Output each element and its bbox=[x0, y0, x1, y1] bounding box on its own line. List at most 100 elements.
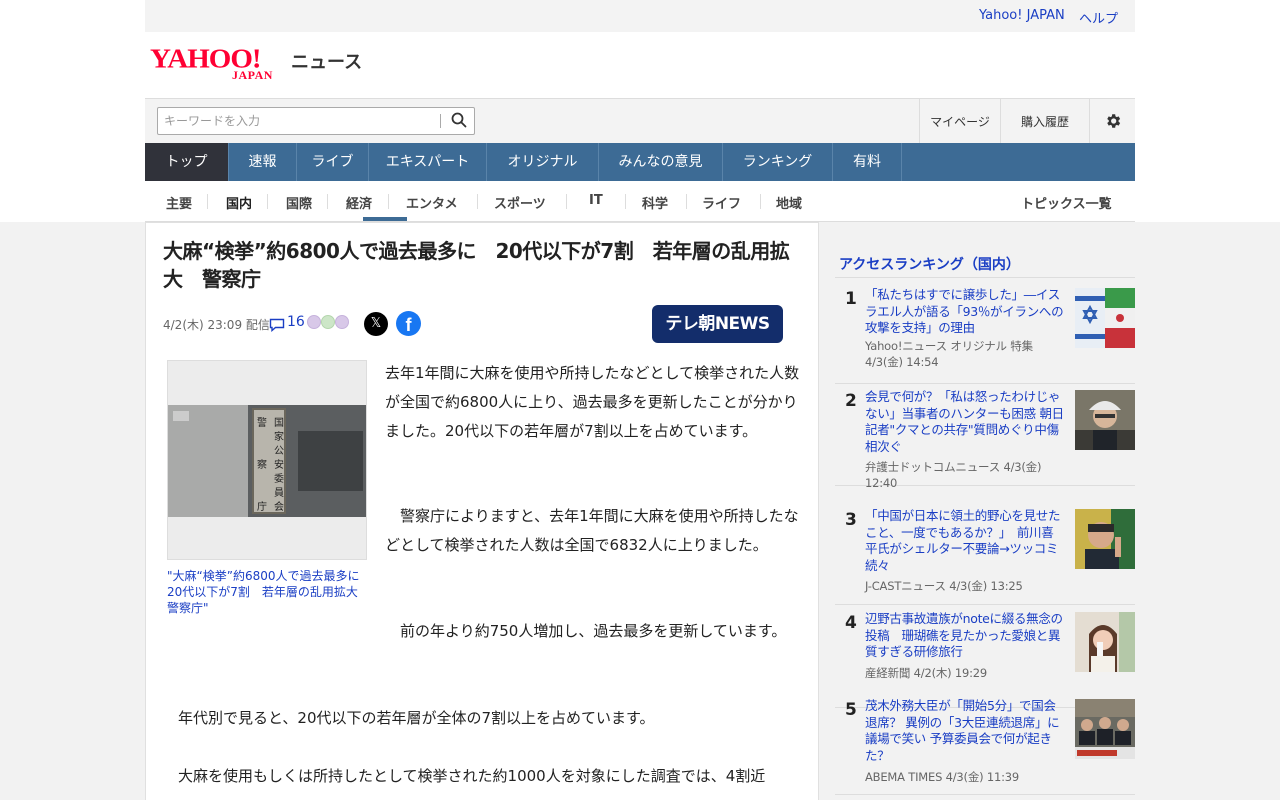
nav-ranking[interactable]: ランキング bbox=[723, 143, 833, 181]
cat-domestic[interactable]: 国内 bbox=[226, 193, 252, 212]
nav-live[interactable]: ライブ bbox=[297, 143, 369, 181]
cat-divider bbox=[686, 194, 687, 209]
rank-source: Yahoo!ニュース オリジナル 特集 bbox=[865, 339, 1033, 353]
cat-sports[interactable]: スポーツ bbox=[494, 193, 546, 212]
search-input[interactable] bbox=[158, 108, 438, 134]
nav-top[interactable]: トップ bbox=[145, 143, 229, 181]
ranking-title: アクセスランキング（国内） bbox=[839, 257, 1020, 273]
nav-paid[interactable]: 有料 bbox=[833, 143, 902, 181]
help-link[interactable]: ヘルプ bbox=[1079, 8, 1118, 27]
rank-time: 12:40 bbox=[865, 476, 898, 490]
svg-text:員: 員 bbox=[274, 487, 284, 499]
svg-text:国: 国 bbox=[274, 417, 284, 429]
article-paragraph: 前の年より約750人増加し、過去最多を更新しています。 bbox=[400, 622, 787, 640]
rank-title[interactable]: 「中国が日本に領土的野心を見せたこと、一度でもあるか？」 前川喜平氏がシェルター… bbox=[865, 508, 1065, 574]
rank-number: 1 bbox=[845, 289, 857, 309]
active-category-indicator bbox=[363, 217, 407, 221]
facebook-share-icon[interactable]: f bbox=[396, 311, 421, 336]
nav-original[interactable]: オリジナル bbox=[487, 143, 599, 181]
article-paragraph: 大麻を使用もしくは所持したとして検挙された約1000人を対象にした調査では、4割… bbox=[178, 767, 766, 785]
rank-title[interactable]: 「私たちはすでに譲歩した」―イスラエル人が語る「93％がイランへの攻撃を支持」の… bbox=[865, 287, 1065, 337]
rank-number: 2 bbox=[845, 391, 857, 411]
cat-divider bbox=[327, 194, 328, 209]
main-nav: トップ 速報 ライブ エキスパート オリジナル みんなの意見 ランキング 有料 bbox=[145, 143, 1135, 181]
cat-divider bbox=[625, 194, 626, 209]
svg-text:察: 察 bbox=[257, 458, 267, 471]
police-agency-sign-image: 国 家 公 安 委 員 会 警 察 庁 bbox=[168, 361, 366, 559]
ranking-title-rule bbox=[835, 277, 1135, 278]
mypage-link[interactable]: マイページ bbox=[919, 99, 1000, 143]
comment-count[interactable]: 16 bbox=[287, 314, 305, 330]
logo-service-name: ニュース bbox=[291, 52, 363, 73]
cat-entertainment[interactable]: エンタメ bbox=[406, 193, 458, 212]
nav-opinion[interactable]: みんなの意見 bbox=[599, 143, 723, 181]
utility-bar: Yahoo! JAPAN ヘルプ bbox=[145, 0, 1135, 32]
svg-text:警: 警 bbox=[257, 416, 267, 429]
article-photo[interactable]: 国 家 公 安 委 員 会 警 察 庁 bbox=[167, 360, 367, 560]
reaction-icon[interactable] bbox=[307, 315, 321, 329]
gear-icon bbox=[1106, 114, 1120, 128]
rank-source: 弁護士ドットコムニュース 4/3(金) bbox=[865, 460, 1042, 474]
rank-thumbnail[interactable] bbox=[1075, 288, 1135, 348]
cat-life[interactable]: ライフ bbox=[702, 193, 741, 212]
ranking-item[interactable]: 2 会見で何が？「私は怒ったわけじゃない」当事者のハンターも困惑 朝日記者"クマ… bbox=[835, 384, 1135, 490]
category-nav: 主要 国内 国際 経済 エンタメ スポーツ IT 科学 ライフ 地域 トピックス… bbox=[145, 181, 1135, 222]
cat-divider bbox=[267, 194, 268, 209]
svg-text:会: 会 bbox=[274, 500, 284, 513]
rank-title[interactable]: 辺野古事故遺族がnoteに綴る無念の投稿 珊瑚礁を見たかった愛娘と異質すぎる研修… bbox=[865, 611, 1065, 661]
reaction-icon[interactable] bbox=[335, 315, 349, 329]
yahoo-news-logo[interactable]: YAHOO! JAPAN ニュース bbox=[150, 44, 362, 82]
purchase-history-link[interactable]: 購入履歴 bbox=[1000, 99, 1089, 143]
search-icon bbox=[451, 112, 467, 127]
settings-button[interactable] bbox=[1089, 99, 1135, 143]
svg-text:家: 家 bbox=[274, 430, 284, 443]
svg-text:委: 委 bbox=[274, 472, 284, 485]
logo-japan-text: JAPAN bbox=[232, 68, 273, 82]
article-paragraph: 警察庁によりますと、去年1年間に大麻を使用や所持したなどとして検挙された人数は全… bbox=[385, 507, 799, 554]
yahoo-japan-link[interactable]: Yahoo! JAPAN bbox=[979, 8, 1065, 23]
ranking-item[interactable]: 5 茂木外務大臣が「開始5分」で国会退席？ 異例の「3大臣連続退席」に議場で笑い… bbox=[835, 693, 1135, 795]
ranking-item[interactable]: 3 「中国が日本に領土的野心を見せたこと、一度でもあるか？」 前川喜平氏がシェル… bbox=[835, 503, 1135, 605]
cat-divider bbox=[760, 194, 761, 209]
header-links: マイページ 購入履歴 bbox=[919, 99, 1135, 143]
rank-title[interactable]: 会見で何が？「私は怒ったわけじゃない」当事者のハンターも困惑 朝日記者"クマとの… bbox=[865, 389, 1065, 455]
reaction-icon[interactable] bbox=[321, 315, 335, 329]
svg-text:庁: 庁 bbox=[257, 500, 267, 513]
svg-text:公: 公 bbox=[274, 446, 284, 457]
search-box bbox=[157, 107, 475, 135]
search-divider bbox=[440, 114, 441, 128]
cat-economy[interactable]: 経済 bbox=[346, 193, 372, 212]
nav-breaking[interactable]: 速報 bbox=[229, 143, 297, 181]
nav-expert[interactable]: エキスパート bbox=[369, 143, 487, 181]
rank-title[interactable]: 茂木外務大臣が「開始5分」で国会退席？ 異例の「3大臣連続退席」に議場で笑い 予… bbox=[865, 698, 1065, 764]
rank-thumbnail[interactable] bbox=[1075, 390, 1135, 450]
topics-list-link[interactable]: トピックス一覧 bbox=[1021, 193, 1112, 212]
cat-divider bbox=[477, 194, 478, 209]
x-share-icon[interactable]: 𝕏 bbox=[364, 312, 388, 336]
search-bar: マイページ 購入履歴 bbox=[145, 98, 1135, 143]
cat-main[interactable]: 主要 bbox=[166, 193, 192, 212]
rank-number: 3 bbox=[845, 510, 857, 530]
rank-source: J-CASTニュース 4/3(金) 13:25 bbox=[865, 579, 1023, 593]
search-button[interactable] bbox=[446, 110, 472, 132]
rank-source: ABEMA TIMES 4/3(金) 11:39 bbox=[865, 770, 1020, 784]
cat-science[interactable]: 科学 bbox=[642, 193, 668, 212]
cat-it[interactable]: IT bbox=[589, 193, 603, 208]
media-logo[interactable]: テレ朝NEWS bbox=[652, 305, 783, 343]
rank-thumbnail[interactable] bbox=[1075, 699, 1135, 759]
cat-region[interactable]: 地域 bbox=[776, 193, 802, 212]
cat-divider bbox=[566, 194, 567, 209]
article-headline: 大麻“検挙”約6800人で過去最多に 20代以下が7割 若年層の乱用拡大 警察庁 bbox=[163, 239, 790, 291]
cat-international[interactable]: 国際 bbox=[286, 193, 312, 212]
cat-divider bbox=[207, 194, 208, 209]
rank-thumbnail[interactable] bbox=[1075, 509, 1135, 569]
photo-caption[interactable]: "大麻“検挙”約6800人で過去最多に 20代以下が7割 若年層の乱用拡大 警察… bbox=[167, 568, 372, 616]
rank-source: 産経新聞 4/2(木) 19:29 bbox=[865, 666, 988, 680]
rank-thumbnail[interactable] bbox=[1075, 612, 1135, 672]
article-paragraph: 年代別で見ると、20代以下の若年層が全体の7割以上を占めています。 bbox=[178, 709, 655, 727]
rank-number: 5 bbox=[845, 700, 857, 720]
ranking-item[interactable]: 1 「私たちはすでに譲歩した」―イスラエル人が語る「93％がイランへの攻撃を支持… bbox=[835, 282, 1135, 384]
cat-divider bbox=[388, 194, 389, 209]
comment-icon[interactable] bbox=[269, 317, 285, 336]
svg-text:安: 安 bbox=[274, 458, 284, 471]
